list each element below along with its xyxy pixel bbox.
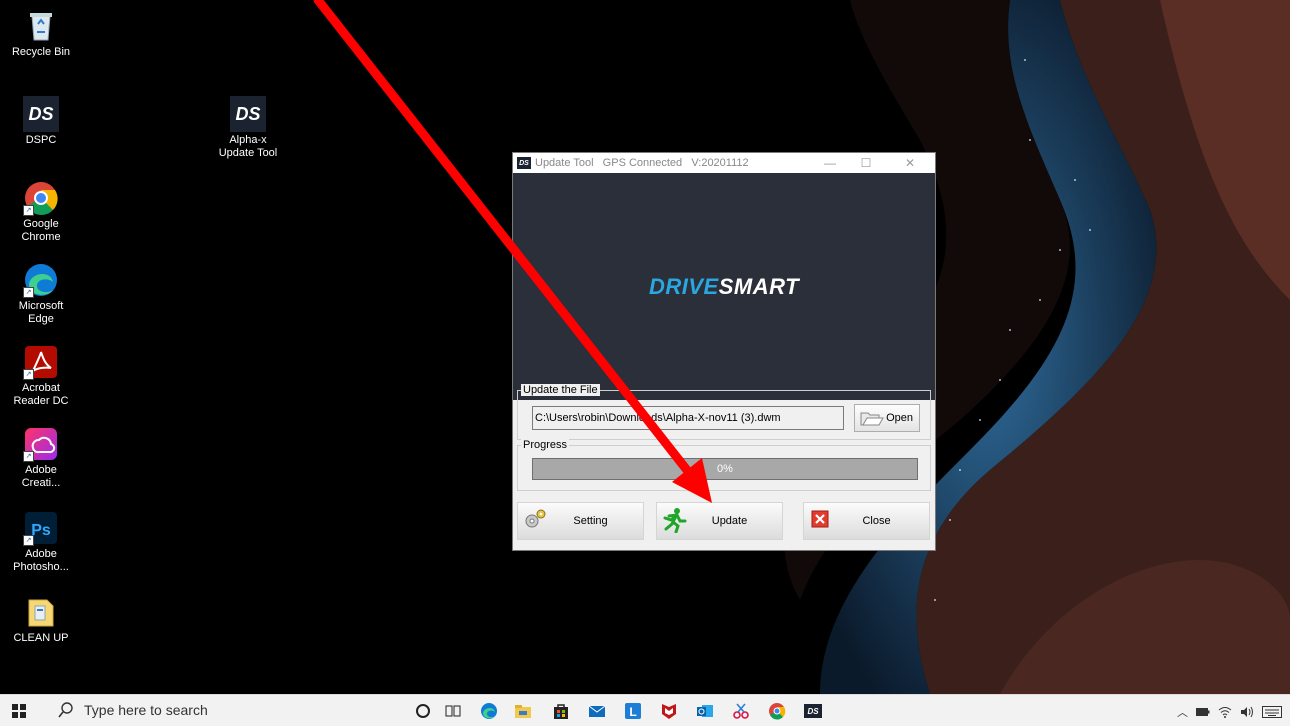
desktop-icon-label: Alpha-x Update Tool xyxy=(218,134,278,159)
maximize-button[interactable]: ☐ xyxy=(851,153,881,173)
cortana-icon[interactable] xyxy=(414,702,432,720)
window-titlebar[interactable]: DS Update Tool GPS Connected V:20201112 … xyxy=(513,153,935,173)
desktop-icon-adobe-creative-cloud[interactable]: ↗ Adobe Creati... xyxy=(6,426,76,490)
desktop-icon-label: Adobe Photosho... xyxy=(13,548,69,573)
desktop-icon-label: Recycle Bin xyxy=(11,46,71,58)
desktop-icon-label: Acrobat Reader DC xyxy=(13,382,69,407)
ds-taskbar-icon[interactable]: DS xyxy=(804,702,822,720)
windows-start-icon[interactable] xyxy=(12,704,26,718)
file-explorer-icon[interactable] xyxy=(514,702,532,720)
desktop-icon-label: Google Chrome xyxy=(21,218,61,243)
desktop-icon-acrobat-reader[interactable]: ↗ Acrobat Reader DC xyxy=(6,344,76,408)
desktop-icon-label: CLEAN UP xyxy=(13,632,69,644)
svg-text:Ps: Ps xyxy=(31,522,51,539)
mcafee-icon[interactable] xyxy=(660,702,678,720)
microsoft-store-icon[interactable] xyxy=(552,702,570,720)
snipping-tool-icon[interactable] xyxy=(732,702,750,720)
brand-banner: DRIVESMART xyxy=(513,173,935,400)
open-button-label: Open xyxy=(886,412,913,424)
logo-smart-text: SMART xyxy=(718,273,800,299)
maximize-icon: ☐ xyxy=(860,156,872,170)
photoshop-icon: Ps ↗ xyxy=(23,510,59,546)
close-icon: ✕ xyxy=(904,156,916,170)
close-button[interactable]: Close xyxy=(803,502,930,540)
chevron-up-icon[interactable]: ︿ xyxy=(1177,704,1188,720)
desktop-icon-clean-up[interactable]: CLEAN UP xyxy=(6,594,76,645)
mail-icon[interactable] xyxy=(588,702,606,720)
chrome-icon: ↗ xyxy=(23,180,59,216)
desktop-icon-label: DSPC xyxy=(25,134,57,146)
window-title: Update Tool GPS Connected V:20201112 xyxy=(535,157,749,169)
update-file-label: Update the File xyxy=(521,384,600,396)
wifi-icon[interactable] xyxy=(1218,706,1232,718)
battery-icon[interactable] xyxy=(1196,707,1210,717)
search-icon xyxy=(58,702,73,718)
acrobat-icon: ↗ xyxy=(23,344,59,380)
progress-group: Progress 0% xyxy=(517,439,931,491)
svg-text:DS: DS xyxy=(807,707,819,716)
chrome-taskbar-icon[interactable] xyxy=(768,702,786,720)
gears-icon xyxy=(525,509,546,528)
ds-app-icon: DS xyxy=(230,96,266,132)
open-folder-icon xyxy=(860,412,884,426)
folder-icon xyxy=(23,594,59,630)
ds-app-icon: DS xyxy=(23,96,59,132)
task-view-icon[interactable] xyxy=(444,702,462,720)
search-placeholder: Type here to search xyxy=(84,702,208,718)
update-file-group: Update the File C:\Users\robin\Downloads… xyxy=(517,384,931,440)
desktop-icon-label: Microsoft Edge xyxy=(18,300,64,325)
setting-button[interactable]: Setting xyxy=(517,502,644,540)
update-button[interactable]: Update xyxy=(656,502,783,540)
minimize-button[interactable]: — xyxy=(815,153,845,173)
update-tool-window: DS Update Tool GPS Connected V:20201112 … xyxy=(512,152,936,551)
taskbar: Type here to search L DS ︿ xyxy=(0,694,1290,726)
desktop-icon-microsoft-edge[interactable]: ↗ Microsoft Edge xyxy=(6,262,76,326)
drivesmart-logo: DRIVESMART xyxy=(649,274,799,300)
edge-taskbar-icon[interactable] xyxy=(480,702,498,720)
close-x-icon xyxy=(811,510,829,528)
edge-icon: ↗ xyxy=(23,262,59,298)
outlook-icon[interactable] xyxy=(696,702,714,720)
taskbar-search[interactable]: Type here to search xyxy=(58,702,208,718)
volume-icon[interactable] xyxy=(1240,706,1254,718)
desktop-icon-adobe-photoshop[interactable]: Ps ↗ Adobe Photosho... xyxy=(6,510,76,574)
creative-cloud-icon: ↗ xyxy=(23,426,59,462)
open-button[interactable]: Open xyxy=(854,404,920,432)
progress-percent: 0% xyxy=(717,463,733,475)
desktop-icon-recycle-bin[interactable]: Recycle Bin xyxy=(6,8,76,59)
ds-app-icon: DS xyxy=(517,157,531,169)
desktop-icon-google-chrome[interactable]: ↗ Google Chrome xyxy=(6,180,76,244)
progress-label: Progress xyxy=(521,439,570,451)
running-man-icon xyxy=(663,508,687,533)
l-app-icon[interactable]: L xyxy=(624,702,642,720)
system-tray: ︿ xyxy=(1177,704,1282,720)
recycle-bin-icon xyxy=(23,8,59,44)
keyboard-icon[interactable] xyxy=(1262,706,1282,718)
desktop-icon-dspc[interactable]: DS DSPC xyxy=(6,96,76,147)
logo-drive-text: DRIVE xyxy=(648,273,719,299)
progress-bar: 0% xyxy=(532,458,918,480)
desktop-icon-label: Adobe Creati... xyxy=(21,464,61,489)
file-path-field[interactable]: C:\Users\robin\Downloads\Alpha-X-nov11 (… xyxy=(532,406,844,430)
minimize-icon: — xyxy=(824,156,836,170)
svg-text:L: L xyxy=(629,705,636,719)
close-window-button[interactable]: ✕ xyxy=(895,153,925,173)
desktop-icon-alpha-x-update-tool[interactable]: DS Alpha-x Update Tool xyxy=(213,96,283,160)
